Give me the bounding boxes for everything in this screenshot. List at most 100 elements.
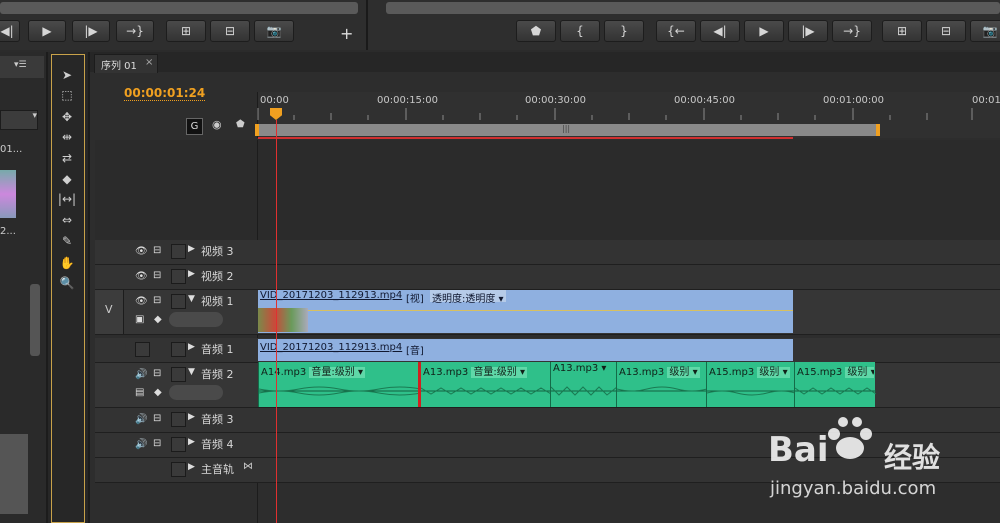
master-icon[interactable]: ⋈: [243, 461, 253, 472]
work-area-start-handle[interactable]: [255, 124, 259, 136]
track-lock-toggle[interactable]: [171, 412, 186, 427]
effect-dropdown[interactable]: 音量:级别 ▾: [309, 367, 365, 378]
add-marker-button[interactable]: ⬟: [516, 20, 556, 42]
mute-toggle[interactable]: [135, 342, 150, 357]
export-frame-button[interactable]: 📷: [254, 20, 294, 42]
source-patch-v[interactable]: V: [95, 290, 124, 334]
track-lock-toggle[interactable]: [171, 342, 186, 357]
extract-button[interactable]: ⊟: [926, 20, 966, 42]
mark-in-button[interactable]: {: [560, 20, 600, 42]
expand-icon[interactable]: ▶: [188, 342, 195, 352]
current-timecode[interactable]: 00:00:01:24: [124, 86, 206, 101]
marker-set-icon[interactable]: ◉: [212, 118, 222, 131]
slip-tool-icon[interactable]: |↔|: [56, 190, 78, 208]
play-button[interactable]: ▶: [28, 20, 66, 42]
rolling-edit-tool-icon[interactable]: ⇹: [56, 128, 78, 146]
keyframe-icon[interactable]: ◆: [154, 387, 162, 398]
waveform-icon[interactable]: ▤: [135, 387, 144, 398]
overlay-button[interactable]: ⊟: [210, 20, 250, 42]
source-scrollbar[interactable]: [0, 2, 358, 14]
eye-icon[interactable]: 👁: [135, 296, 148, 307]
expand-icon[interactable]: ▶: [188, 244, 195, 254]
track-lock-toggle[interactable]: [171, 294, 186, 309]
effect-dropdown[interactable]: 级别 ▾: [845, 367, 874, 378]
sync-lock-icon[interactable]: ⊟: [153, 270, 161, 281]
audio-clip[interactable]: A14.mp3 音量:级别 ▾: [258, 362, 421, 407]
track-lock-toggle[interactable]: [171, 462, 186, 477]
sync-lock-icon[interactable]: ⊟: [153, 438, 161, 449]
audio-clip[interactable]: A13.mp3 ▾: [550, 362, 617, 407]
snap-icon[interactable]: G: [186, 118, 203, 135]
expand-icon[interactable]: ▶: [188, 462, 195, 472]
linked-audio-clip[interactable]: VID_20171203_112913.mp4 [音]: [258, 339, 793, 361]
project-item-thumbnail[interactable]: [0, 170, 16, 218]
close-icon[interactable]: ×: [145, 57, 153, 68]
panel-dropdown[interactable]: ▾: [0, 110, 38, 130]
speaker-icon[interactable]: 🔊: [135, 439, 147, 450]
rate-stretch-tool-icon[interactable]: ⇄: [56, 149, 78, 167]
keyframe-nav[interactable]: [169, 385, 223, 400]
go-to-out-button[interactable]: →}: [116, 20, 154, 42]
selection-tool-icon[interactable]: ➤: [56, 66, 78, 84]
speaker-icon[interactable]: 🔊: [135, 369, 147, 380]
keyframe-nav[interactable]: [169, 312, 223, 327]
track-lock-toggle[interactable]: [171, 244, 186, 259]
expand-icon[interactable]: ▶: [188, 412, 195, 422]
insert-button[interactable]: ⊞: [166, 20, 206, 42]
sync-lock-icon[interactable]: ⊟: [153, 413, 161, 424]
sync-lock-icon[interactable]: ⊟: [153, 245, 161, 256]
display-style-icon[interactable]: ▣: [135, 314, 144, 325]
effect-dropdown[interactable]: 级别 ▾: [757, 367, 790, 378]
program-export-frame-button[interactable]: 📷: [970, 20, 1000, 42]
razor-tool-icon[interactable]: ◆: [56, 170, 78, 188]
program-go-to-out-button[interactable]: →}: [832, 20, 872, 42]
step-back-button[interactable]: ◀|: [0, 20, 20, 42]
audio-clip[interactable]: A15.mp3 级别 ▾: [706, 362, 795, 407]
audio-clip[interactable]: A13.mp3 音量:级别 ▾: [420, 362, 551, 407]
ripple-edit-tool-icon[interactable]: ✥: [56, 108, 78, 126]
expand-icon[interactable]: ▶: [188, 269, 195, 279]
effect-dropdown[interactable]: 透明度:透明度 ▾: [430, 290, 506, 305]
hand-tool-icon[interactable]: ✋: [56, 254, 78, 272]
step-forward-button[interactable]: |▶: [72, 20, 110, 42]
collapse-icon[interactable]: ▼: [188, 294, 195, 304]
eye-icon[interactable]: 👁: [135, 271, 148, 282]
program-scrollbar[interactable]: [386, 2, 1000, 14]
track-lock-toggle[interactable]: [171, 437, 186, 452]
track-lock-toggle[interactable]: [171, 367, 186, 382]
effect-dropdown[interactable]: 级别 ▾: [667, 367, 700, 378]
slide-tool-icon[interactable]: ⇔: [56, 211, 78, 229]
keyframe-icon[interactable]: ◆: [154, 314, 162, 325]
speaker-icon[interactable]: 🔊: [135, 414, 147, 425]
pen-tool-icon[interactable]: ✎: [56, 232, 78, 250]
track-select-tool-icon[interactable]: ⬚: [56, 86, 78, 104]
audio-clip[interactable]: A13.mp3 级别 ▾: [616, 362, 707, 407]
sync-lock-icon[interactable]: ⊟: [153, 295, 161, 306]
go-to-in-button[interactable]: {←: [656, 20, 696, 42]
zoom-tool-icon[interactable]: 🔍: [56, 274, 78, 292]
program-play-button[interactable]: ▶: [744, 20, 784, 42]
lift-button[interactable]: ⊞: [882, 20, 922, 42]
collapse-icon[interactable]: ▼: [188, 367, 195, 377]
expand-icon[interactable]: ▶: [188, 437, 195, 447]
opacity-line[interactable]: [258, 310, 793, 311]
effect-dropdown[interactable]: ▾: [601, 363, 606, 374]
playhead-line[interactable]: [276, 120, 277, 523]
sync-lock-icon[interactable]: ⊟: [153, 368, 161, 379]
eye-icon[interactable]: 👁: [135, 246, 148, 257]
effect-dropdown[interactable]: 音量:级别 ▾: [471, 367, 527, 378]
program-step-forward-button[interactable]: |▶: [788, 20, 828, 42]
video-clip[interactable]: VID_20171203_112913.mp4 [视] 透明度:透明度 ▾: [258, 290, 793, 333]
panel-scrollbar[interactable]: [30, 284, 40, 356]
program-step-back-button[interactable]: ◀|: [700, 20, 740, 42]
add-button[interactable]: +: [340, 24, 353, 43]
audio-waveform: [617, 386, 707, 392]
sequence-tab[interactable]: 序列 01 ×: [94, 54, 158, 73]
add-marker-icon[interactable]: ⬟: [236, 119, 245, 130]
mark-out-button[interactable]: }: [604, 20, 644, 42]
track-lock-toggle[interactable]: [171, 269, 186, 284]
audio-clip[interactable]: A15.mp3 级别 ▾: [794, 362, 876, 407]
edit-point-marker[interactable]: [418, 362, 421, 407]
work-area-end-handle[interactable]: [876, 124, 880, 136]
panel-menu-icon[interactable]: ▾☰: [14, 60, 27, 70]
